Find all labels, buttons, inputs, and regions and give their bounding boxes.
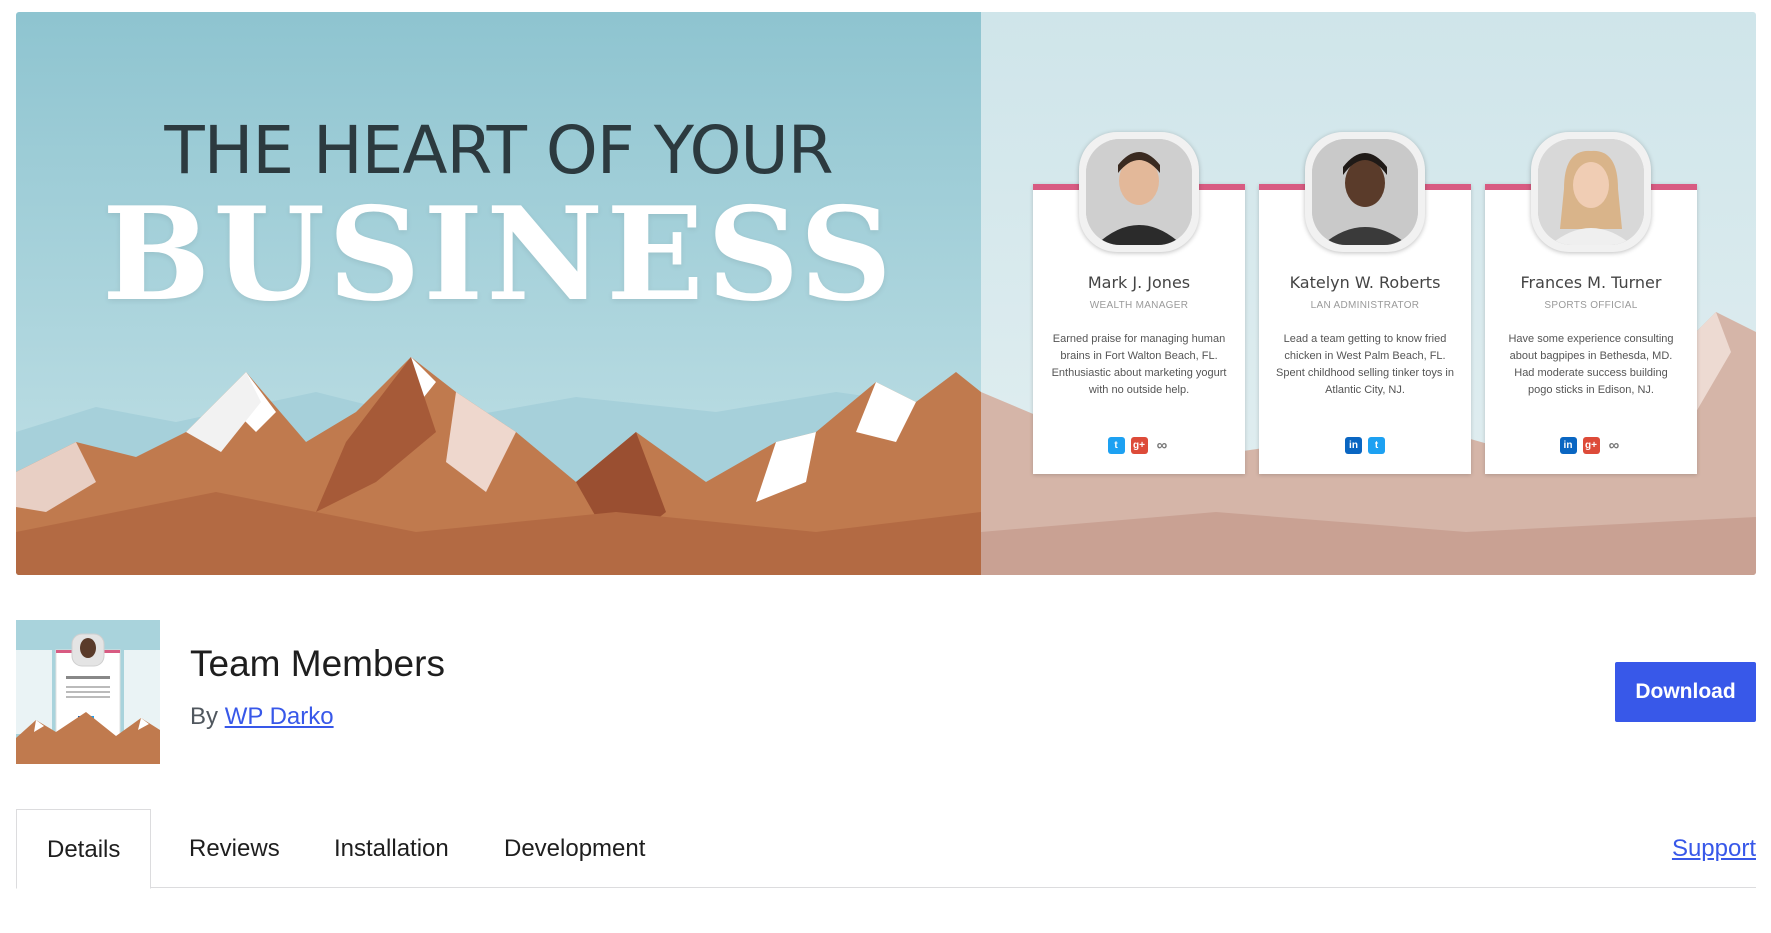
banner-headline-top: THE HEART OF YOUR <box>164 112 833 189</box>
team-card: Frances M. Turner SPORTS OFFICIAL Have s… <box>1485 132 1697 474</box>
member-role: WEALTH MANAGER <box>1089 300 1189 311</box>
tab-reviews[interactable]: Reviews <box>159 809 310 888</box>
plugin-thumbnail-icon <box>16 620 160 764</box>
member-bio: Have some experience consulting about ba… <box>1508 333 1674 396</box>
link-icon: ∞ <box>1156 437 1168 455</box>
member-role: LAN ADMINISTRATOR <box>1310 300 1420 311</box>
person-photo-icon <box>1312 139 1418 245</box>
avatar <box>1531 132 1651 252</box>
member-role: SPORTS OFFICIAL <box>1544 300 1638 311</box>
member-name: Katelyn W. Roberts <box>1289 273 1441 292</box>
download-button[interactable]: Download <box>1615 662 1756 722</box>
person-photo-icon <box>1086 139 1192 245</box>
linkedin-icon: in <box>1345 437 1362 455</box>
plugin-tabs: Details Reviews Installation Development… <box>16 809 1756 889</box>
support-link[interactable]: Support <box>1672 809 1756 888</box>
google-plus-icon: g+ <box>1130 437 1148 455</box>
avatar <box>1079 132 1199 252</box>
plugin-icon <box>16 620 160 764</box>
plugin-title: Team Members <box>190 643 445 684</box>
member-social: in t <box>1259 437 1471 455</box>
tab-development[interactable]: Development <box>474 809 675 888</box>
member-social: t g+ ∞ <box>1033 437 1245 455</box>
member-social: in g+ ∞ <box>1485 437 1697 455</box>
tab-installation[interactable]: Installation <box>304 809 479 888</box>
twitter-icon: t <box>1368 437 1385 455</box>
plugin-byline: By WP Darko <box>190 703 334 731</box>
team-card: Katelyn W. Roberts LAN ADMINISTRATOR Lea… <box>1259 132 1471 474</box>
author-link[interactable]: WP Darko <box>225 703 334 730</box>
linkedin-icon: in <box>1559 437 1577 455</box>
banner-headline-big: BUSINESS <box>102 180 895 330</box>
member-bio: Lead a team getting to know fried chicke… <box>1276 333 1454 396</box>
twitter-icon: t <box>1107 437 1125 455</box>
team-cards: Mark J. Jones WEALTH MANAGER Earned prai… <box>1033 132 1723 477</box>
avatar <box>1305 132 1425 252</box>
banner-headline: THE HEART OF YOUR BUSINESS <box>16 12 981 575</box>
plugin-banner: THE HEART OF YOUR BUSINESS Mark J. Jones… <box>16 12 1756 575</box>
member-name: Frances M. Turner <box>1520 273 1662 292</box>
google-plus-icon: g+ <box>1582 437 1600 455</box>
tab-details[interactable]: Details <box>16 809 152 889</box>
member-name: Mark J. Jones <box>1087 273 1191 292</box>
byline-prefix: By <box>190 703 219 730</box>
team-card: Mark J. Jones WEALTH MANAGER Earned prai… <box>1033 132 1245 474</box>
link-icon: ∞ <box>1608 437 1620 455</box>
person-photo-icon <box>1538 139 1644 245</box>
member-bio: Earned praise for managing human brains … <box>1051 333 1227 396</box>
